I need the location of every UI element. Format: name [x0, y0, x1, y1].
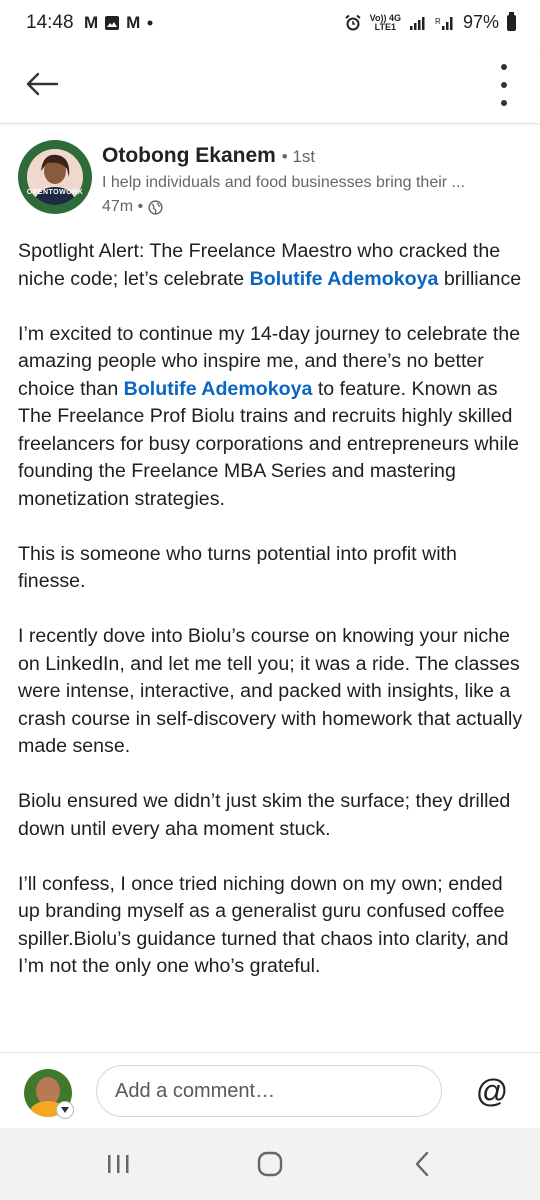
system-status: Vo)) 4G LTE1 R 97% [344, 11, 516, 33]
back-button[interactable] [22, 64, 62, 104]
gmail-icon: M [84, 13, 99, 32]
post-paragraph: I’m excited to continue my 14-day journe… [18, 321, 526, 514]
comment-bar: @ [0, 1052, 540, 1129]
home-icon [257, 1151, 283, 1177]
recents-icon [108, 1155, 129, 1173]
post-text: This is someone who turns potential into… [18, 542, 457, 593]
open-to-work-badge: OPENTOWORK [26, 189, 84, 196]
signal-icon-2: R [435, 16, 453, 30]
signal-icon [409, 16, 425, 30]
top-app-bar [0, 50, 540, 124]
author-name[interactable]: Otobong Ekanem [102, 144, 276, 167]
post-paragraph: Spotlight Alert: The Freelance Maestro w… [18, 238, 526, 293]
network-type: Vo)) 4G LTE1 [369, 12, 401, 32]
post-text: brilliance [438, 267, 522, 290]
mention-button[interactable]: @ [474, 1073, 510, 1109]
post-text: Biolu ensured we didn’t just skim the su… [18, 790, 511, 840]
svg-text:R: R [435, 17, 441, 26]
gmail-icon-2: M [126, 13, 141, 32]
post-text: I recently dove into Biolu’s course on k… [18, 625, 523, 757]
status-time: 14:48 [26, 12, 74, 33]
globe-icon [148, 199, 163, 215]
image-icon [105, 16, 120, 30]
chevron-left-icon [415, 1151, 429, 1177]
back-nav-button[interactable] [402, 1148, 442, 1180]
mention-link[interactable]: Bolutife Ademokoya [124, 378, 313, 400]
system-navigation-bar [0, 1128, 540, 1200]
more-options-button[interactable] [494, 64, 514, 106]
comment-input[interactable] [96, 1065, 442, 1117]
author-avatar[interactable]: OPENTOWORK [18, 140, 92, 214]
avatar-photo [27, 149, 83, 205]
person-icon [33, 154, 77, 205]
dot-icon [147, 20, 153, 26]
status-bar: 14:48 M M Vo)) 4G LTE1 R 97% [0, 0, 540, 50]
author-name-row: Otobong Ekanem • 1st [102, 144, 315, 168]
post-meta: 47m • [102, 198, 163, 216]
post-paragraph: Biolu ensured we didn’t just skim the su… [18, 788, 526, 843]
post-paragraph: I’ll confess, I once tried niching down … [18, 871, 526, 981]
mention-link[interactable]: Bolutife Ademokoya [250, 268, 439, 290]
battery-icon [507, 11, 516, 31]
connection-degree: • 1st [281, 147, 316, 166]
post-author-header: OPENTOWORK Otobong Ekanem • 1st I help i… [18, 140, 528, 220]
alarm-icon [344, 14, 361, 30]
home-button[interactable] [250, 1148, 290, 1180]
recent-apps-button[interactable] [98, 1148, 138, 1180]
post-time: 47m • [102, 198, 144, 215]
author-headline: I help individuals and food businesses b… [102, 174, 465, 191]
battery-percent: 97% [462, 12, 499, 32]
notification-icons: M M [84, 14, 154, 32]
post-text: I’ll confess, I once tried niching down … [18, 872, 509, 978]
chevron-down-icon[interactable] [56, 1101, 74, 1119]
more-vertical-icon [501, 64, 507, 70]
post-paragraph: I recently dove into Biolu’s course on k… [18, 623, 526, 761]
post-paragraph: This is someone who turns potential into… [18, 541, 526, 596]
post-body: Spotlight Alert: The Freelance Maestro w… [18, 238, 526, 1008]
arrow-left-icon [26, 72, 59, 96]
